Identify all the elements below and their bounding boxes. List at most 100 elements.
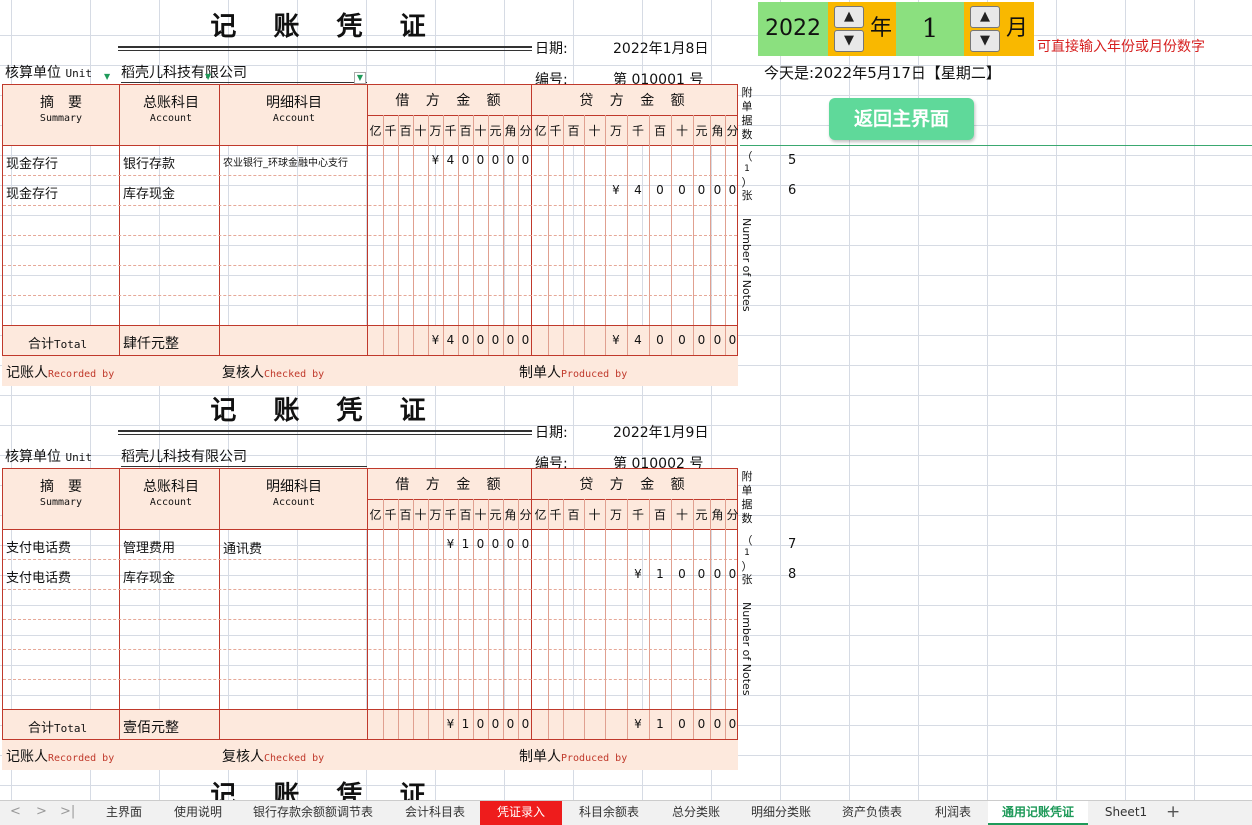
dropdown-button-icon[interactable]: ▼ xyxy=(354,72,366,84)
credit-digit-header: 千 xyxy=(549,508,562,522)
next-sheet-icon[interactable]: > xyxy=(36,804,47,819)
summary-cell[interactable]: 现金存行 xyxy=(6,153,58,172)
sheet-tab-12[interactable]: Sheet1 xyxy=(1090,801,1162,825)
account-cell[interactable]: 库存现金 xyxy=(123,183,175,202)
table-row[interactable] xyxy=(3,529,737,559)
sheet-tab-1[interactable]: 主界面 xyxy=(90,801,158,825)
month-up-button[interactable]: ▲ xyxy=(970,6,1000,28)
account-cell[interactable]: 库存现金 xyxy=(123,567,175,586)
total-label: 合计Total xyxy=(28,721,88,736)
today-date: 今天是:2022年5月17日【星期二】 xyxy=(764,64,1001,82)
total-credit-digit: 0 xyxy=(728,717,737,731)
total-debit-digit: 0 xyxy=(476,717,485,731)
back-to-main-button[interactable]: 返回主界面 xyxy=(829,98,974,140)
table-row[interactable] xyxy=(3,145,737,175)
date-label: 日期: xyxy=(535,425,568,441)
voucher-table: 摘 要 Summary 总账科目 Account 明细科目 Account 借 方 金 额 贷… xyxy=(2,468,739,740)
credit-digit-header: 千 xyxy=(631,508,644,522)
summary-cell[interactable]: 支付电话费 xyxy=(6,537,71,556)
total-debit-digit: 4 xyxy=(446,333,455,347)
total-amount-words: 肆仟元整 xyxy=(123,336,179,352)
credit-digit-header: 万 xyxy=(609,124,622,138)
account-cell[interactable]: 银行存款 xyxy=(123,153,175,172)
total-debit-digit: ¥ xyxy=(431,333,440,347)
credit-digit-header: 亿 xyxy=(534,124,547,138)
year-down-button[interactable]: ▼ xyxy=(834,30,864,52)
row-divider xyxy=(3,619,737,620)
column-divider xyxy=(219,85,220,355)
signature-row: 记账人Recorded by 复核人Checked by 制单人Produced b… xyxy=(2,740,738,770)
sheet-tab-4[interactable]: 会计科目表 xyxy=(390,801,480,825)
attachment-count: 张 xyxy=(741,573,753,586)
debit-digit-header: 十 xyxy=(474,508,487,522)
debit-digit-header: 万 xyxy=(429,124,442,138)
produced-by: 制单人Produced by xyxy=(519,749,628,765)
month-down-button[interactable]: ▼ xyxy=(970,30,1000,52)
debit-digit: 0 xyxy=(506,153,515,167)
debit-digit-header: 千 xyxy=(444,124,457,138)
credit-digit-header: 百 xyxy=(653,124,666,138)
sheet-tab-6[interactable]: 科目余额表 xyxy=(562,801,656,825)
debit-digit: ¥ xyxy=(431,153,440,167)
total-credit-digit: 0 xyxy=(697,333,706,347)
credit-digit-header: 万 xyxy=(609,508,622,522)
frozen-pane-divider xyxy=(740,145,1252,146)
credit-digit: 0 xyxy=(728,183,737,197)
total-amount-words: 壹佰元整 xyxy=(123,720,179,736)
credit-digit: ¥ xyxy=(612,183,620,197)
voucher-title: 记 账 凭 证 xyxy=(118,6,532,51)
attachment-label: 数 xyxy=(741,512,753,525)
detail-header: 明细科目 Account xyxy=(266,95,322,124)
sheet-tab-11[interactable]: 通用记账凭证 xyxy=(988,801,1088,825)
dropdown-arrow-icon[interactable]: ▼ xyxy=(104,72,114,82)
sheet-tab-3[interactable]: 银行存款余额额调节表 xyxy=(238,801,388,825)
row-divider xyxy=(3,265,737,266)
credit-digit: 0 xyxy=(713,183,722,197)
total-debit-digit: ¥ xyxy=(446,717,455,731)
month-input[interactable]: 1 xyxy=(896,2,964,56)
credit-digit-header: 角 xyxy=(711,508,724,522)
attachment-label: 附 xyxy=(741,470,753,483)
credit-digit: 1 xyxy=(656,567,664,581)
debit-digit-header: 十 xyxy=(414,508,427,522)
credit-header: 贷 方 金 额 xyxy=(579,93,691,109)
summary-cell[interactable]: 现金存行 xyxy=(6,183,58,202)
credit-digit-header: 分 xyxy=(726,124,739,138)
account-cell[interactable]: 管理费用 xyxy=(123,537,175,556)
attachment-count: 1 xyxy=(744,164,750,174)
sheet-tab-2[interactable]: 使用说明 xyxy=(158,801,238,825)
sheet-tab-5[interactable]: 凭证录入 xyxy=(480,801,562,825)
total-line xyxy=(3,325,737,326)
credit-digit: 0 xyxy=(728,567,737,581)
sheet-tab-9[interactable]: 资产负债表 xyxy=(826,801,918,825)
unit-label: 核算单位 Unit xyxy=(5,449,92,465)
year-up-button[interactable]: ▲ xyxy=(834,6,864,28)
unit-name-field[interactable]: 稻壳儿科技有限公司 xyxy=(121,446,367,467)
total-credit-digit: 0 xyxy=(656,333,664,347)
dropdown-arrow-icon[interactable]: ▼ xyxy=(205,72,215,82)
date-value[interactable]: 2022年1月9日 xyxy=(613,422,708,442)
detail-cell[interactable]: 通讯费 xyxy=(223,538,262,557)
credit-digit-header: 千 xyxy=(631,124,644,138)
unit-name-field[interactable]: 稻壳儿科技有限公司 xyxy=(121,62,367,83)
detail-cell[interactable]: 农业银行_环球金融中心支行 xyxy=(223,154,348,169)
total-credit-digit: 0 xyxy=(678,333,686,347)
column-divider xyxy=(531,469,532,739)
signature-row: 记账人Recorded by 复核人Checked by 制单人Produced b… xyxy=(2,356,738,386)
sheet-tab-7[interactable]: 总分类账 xyxy=(656,801,736,825)
notes-label: Number of Notes xyxy=(740,602,753,696)
sheet-tab-10[interactable]: 利润表 xyxy=(918,801,988,825)
sheet-tab-8[interactable]: 明细分类账 xyxy=(736,801,826,825)
year-input[interactable]: 2022 xyxy=(758,2,828,56)
debit-digit: 0 xyxy=(491,153,500,167)
checked-by: 复核人Checked by xyxy=(222,365,325,381)
date-value[interactable]: 2022年1月8日 xyxy=(613,38,708,58)
recorded-by: 记账人Recorded by xyxy=(6,749,115,765)
attachment-count: ） xyxy=(741,560,753,573)
credit-digit: ¥ xyxy=(634,567,642,581)
attachment-count: ） xyxy=(741,176,753,189)
summary-cell[interactable]: 支付电话费 xyxy=(6,567,71,586)
prev-sheet-icon[interactable]: < xyxy=(10,804,21,819)
add-sheet-icon[interactable]: + xyxy=(1166,802,1180,822)
last-sheet-icon[interactable]: >| xyxy=(60,804,75,819)
